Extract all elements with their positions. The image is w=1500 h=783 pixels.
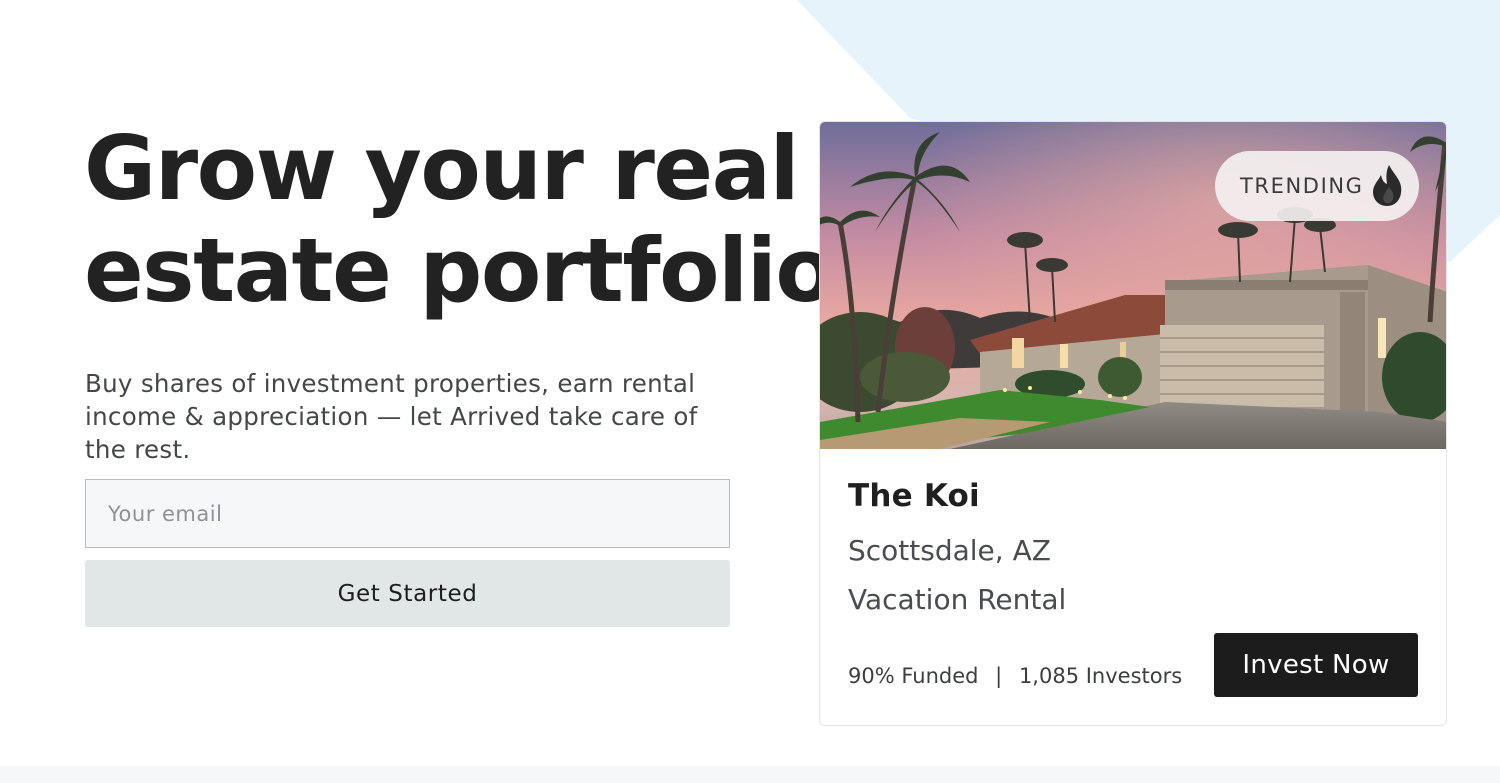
hero-title-line-1: Grow your real bbox=[84, 117, 800, 220]
email-input[interactable] bbox=[85, 479, 730, 548]
section-divider bbox=[0, 766, 1500, 783]
investor-count: 1,085 Investors bbox=[1018, 664, 1183, 688]
invest-now-button[interactable]: Invest Now bbox=[1214, 633, 1418, 697]
hero-subtitle: Buy shares of investment properties, ear… bbox=[85, 369, 698, 464]
stats-separator: | bbox=[995, 664, 1003, 688]
funded-percent: 90% Funded bbox=[848, 664, 979, 688]
property-location: Scottsdale, AZ bbox=[848, 534, 1051, 567]
trending-label: TRENDING bbox=[1240, 174, 1364, 198]
property-type: Vacation Rental bbox=[848, 583, 1067, 616]
get-started-button[interactable]: Get Started bbox=[85, 560, 730, 627]
flame-icon bbox=[1373, 165, 1402, 206]
property-card[interactable]: TRENDING The Koi Scottsdale, AZ Vacation… bbox=[819, 121, 1447, 726]
hero-title: Grow your real estate portfolio bbox=[84, 117, 836, 322]
property-stats: 90% Funded | 1,085 Investors bbox=[848, 664, 1182, 688]
trending-badge: TRENDING bbox=[1215, 151, 1419, 221]
hero-title-line-2: estate portfolio bbox=[84, 219, 836, 322]
property-name: The Koi bbox=[848, 478, 980, 514]
